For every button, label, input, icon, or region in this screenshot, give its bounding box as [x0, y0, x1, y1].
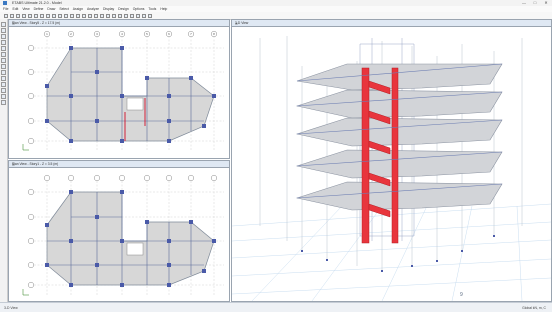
plan-canvas-bottom[interactable]: [9, 167, 229, 301]
draw-wall-icon[interactable]: [1, 52, 6, 57]
pan-icon[interactable]: [70, 13, 74, 18]
display-icon[interactable]: [118, 13, 122, 18]
unit-icon[interactable]: [148, 13, 152, 18]
elevation-icon[interactable]: [88, 13, 92, 18]
rotate-icon[interactable]: [94, 13, 98, 18]
draw-beam-icon[interactable]: [1, 34, 6, 39]
grid-bubble-labels: 12 34 56 78: [46, 32, 215, 36]
grid-labels-3d: 9: [460, 292, 463, 298]
draw-joint-icon[interactable]: [1, 28, 6, 33]
down-icon[interactable]: [112, 13, 116, 18]
ground-grid: [232, 203, 551, 301]
refresh-icon[interactable]: [34, 13, 38, 18]
quick-draw-icon[interactable]: [1, 82, 6, 87]
undo-icon[interactable]: [22, 13, 26, 18]
open-icon[interactable]: [10, 13, 14, 18]
3d-view-panel[interactable]: 3-D View ✕ 9: [231, 19, 552, 302]
clear-selection-icon[interactable]: [1, 94, 6, 99]
select-icon[interactable]: [124, 13, 128, 18]
redo-icon[interactable]: [28, 13, 32, 18]
zoom-in-icon[interactable]: [52, 13, 56, 18]
snap-icon[interactable]: [142, 13, 146, 18]
draw-brace-icon[interactable]: [1, 46, 6, 51]
grid-icon[interactable]: [136, 13, 140, 18]
new-file-icon[interactable]: [4, 13, 8, 18]
run-icon[interactable]: [46, 13, 50, 18]
up-icon[interactable]: [106, 13, 110, 18]
window-title: ETABS Ultimate 21.2.0 - Model: [12, 0, 62, 5]
snap-icon[interactable]: [1, 100, 6, 105]
plan-view-panel-bottom[interactable]: Plan View - Story1 - Z = 3.5 (m) ✕: [8, 160, 230, 302]
draw-area-icon[interactable]: [1, 70, 6, 75]
save-icon[interactable]: [16, 13, 20, 18]
svg-text:9: 9: [460, 292, 463, 298]
app-icon: [3, 1, 7, 5]
select-all-icon[interactable]: [1, 88, 6, 93]
floor-slabs: [295, 63, 503, 211]
draw-link-icon[interactable]: [1, 76, 6, 81]
floor-slab[interactable]: [46, 191, 215, 286]
draw-slab-icon[interactable]: [1, 58, 6, 63]
zoom-out-icon[interactable]: [58, 13, 62, 18]
draw-toolbar: [0, 19, 8, 302]
pointer-icon[interactable]: [1, 22, 6, 27]
lock-icon[interactable]: [40, 13, 44, 18]
draw-column-icon[interactable]: [1, 40, 6, 45]
stair-opening: [126, 97, 144, 111]
stair-opening: [126, 242, 144, 256]
pointer-icon[interactable]: [130, 13, 134, 18]
axis-triad-icon: [22, 289, 29, 296]
3d-view-icon[interactable]: [76, 13, 80, 18]
plan-canvas-top[interactable]: 12 34 56 78: [9, 26, 229, 158]
units-display[interactable]: Global kN, m, C: [522, 306, 546, 310]
perspective-icon[interactable]: [100, 13, 104, 18]
zoom-fit-icon[interactable]: [64, 13, 68, 18]
plan-view-panel-top[interactable]: Plan View - Story5 - Z = 17.5 (m) ✕ 12 3…: [8, 19, 230, 159]
draw-opening-icon[interactable]: [1, 64, 6, 69]
3d-canvas[interactable]: 9: [232, 26, 551, 301]
plan-view-icon[interactable]: [82, 13, 86, 18]
status-left: 3-D View: [4, 305, 18, 310]
axis-triad-icon: [22, 144, 29, 151]
